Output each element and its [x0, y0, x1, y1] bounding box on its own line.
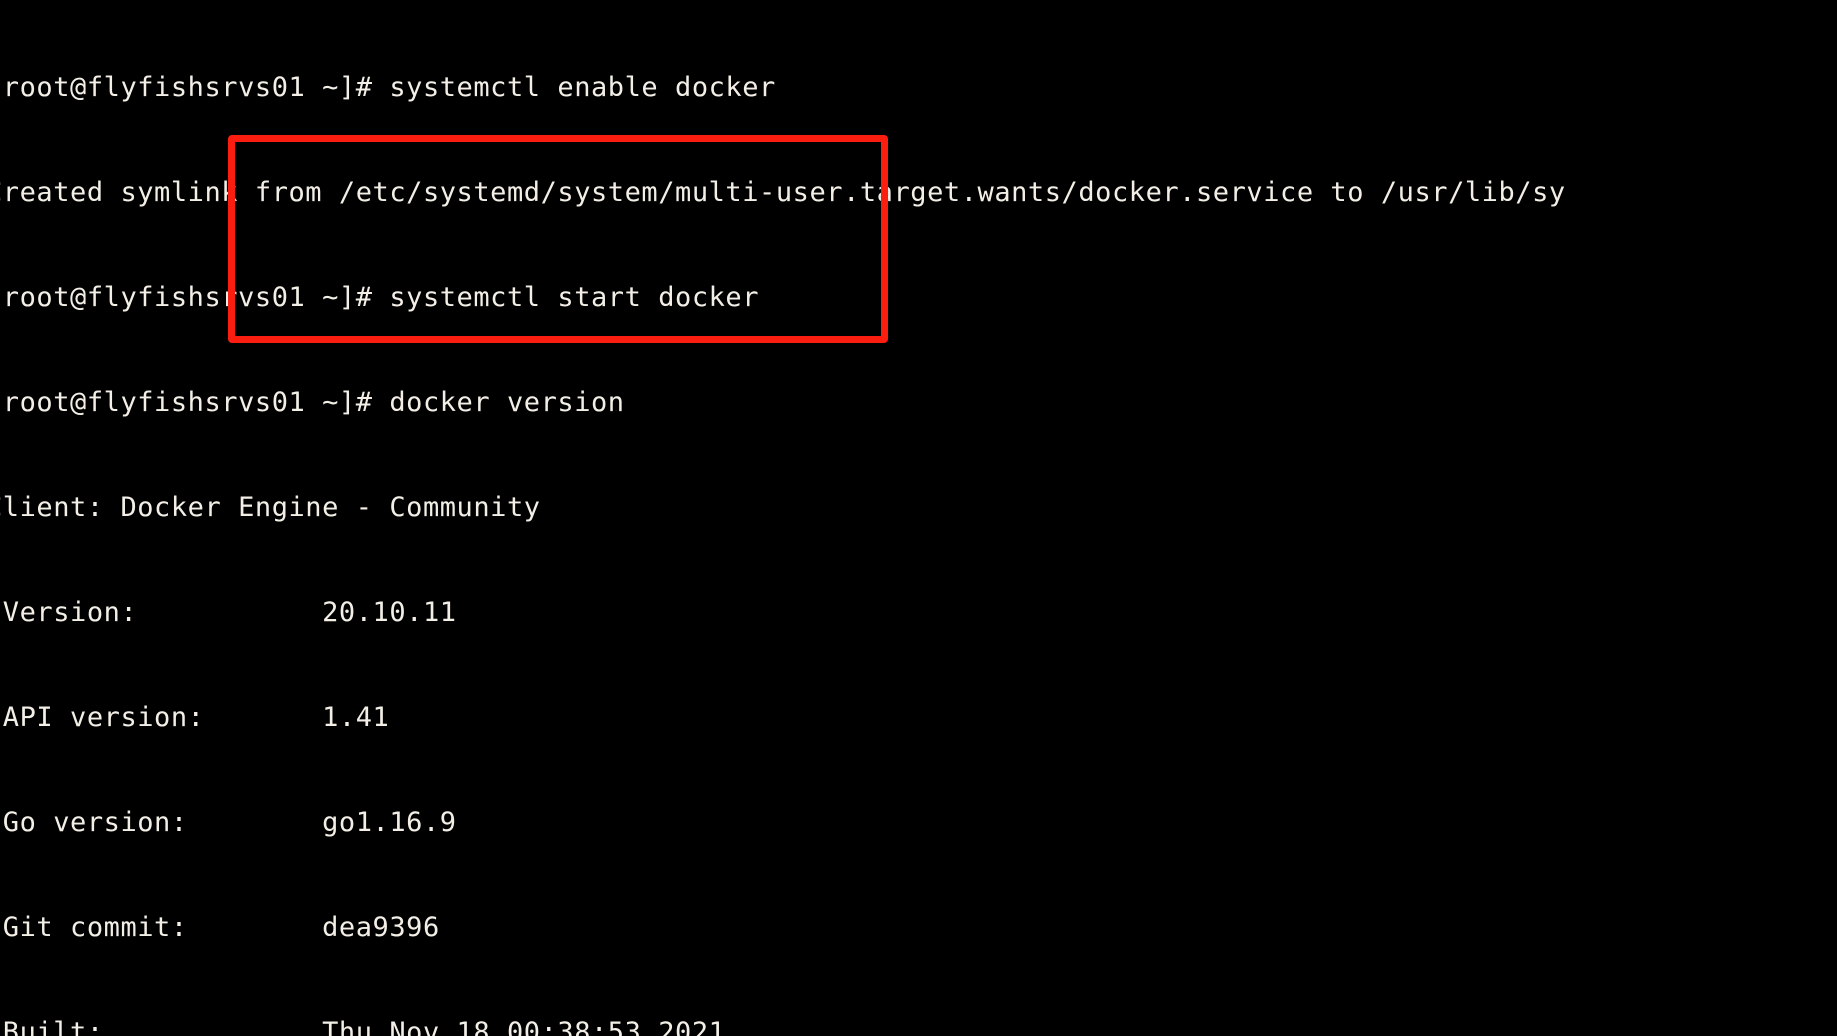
terminal-line: Version: 20.10.11 [0, 597, 457, 628]
terminal-screen[interactable]: [root@flyfishsrvs01 ~]# systemctl enable… [0, 0, 1837, 1036]
terminal-line: Built: Thu Nov 18 00:38:53 2021 [0, 1017, 726, 1036]
terminal-line: Created symlink from /etc/systemd/system… [0, 177, 1566, 208]
terminal-line: API version: 1.41 [0, 702, 390, 733]
terminal-line: Go version: go1.16.9 [0, 807, 457, 838]
terminal-line: Git commit: dea9396 [0, 912, 440, 943]
terminal-line: [root@flyfishsrvs01 ~]# systemctl start … [0, 282, 760, 313]
terminal-line: [root@flyfishsrvs01 ~]# systemctl enable… [0, 72, 776, 103]
terminal-line: [root@flyfishsrvs01 ~]# docker version [0, 387, 625, 418]
terminal-line: Client: Docker Engine - Community [0, 492, 541, 523]
terminal-output[interactable]: [root@flyfishsrvs01 ~]# systemctl enable… [0, 0, 1837, 1036]
